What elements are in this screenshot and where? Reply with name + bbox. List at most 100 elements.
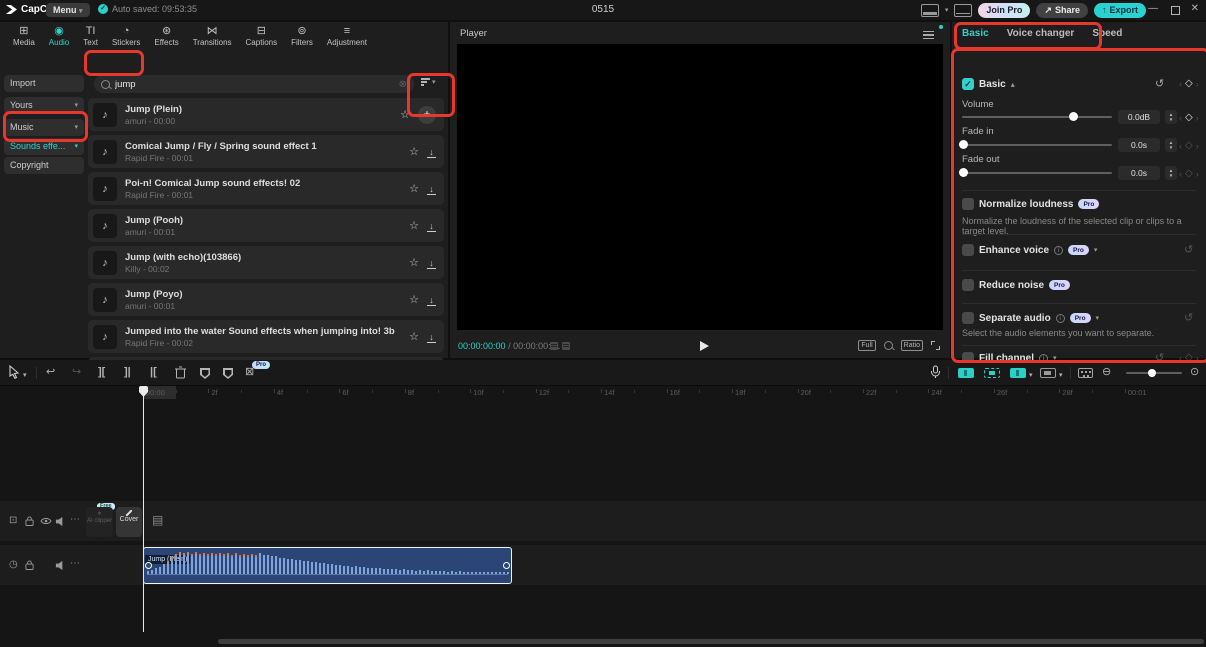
download-icon[interactable]: ↓	[427, 332, 436, 342]
audio-list-item[interactable]: ♪Jump (with echo)(103866)Killy - 00:02☆↓	[88, 246, 444, 279]
media-tab-adjustment[interactable]: ≡Adjustment	[320, 25, 374, 47]
cover-button[interactable]: Cover	[116, 507, 142, 537]
volume-keyframe-control[interactable]: ‹◇›	[1179, 112, 1199, 123]
fade-out-stepper[interactable]: ▲▼	[1165, 166, 1177, 180]
favorite-star-icon[interactable]: ☆	[409, 219, 419, 232]
media-tab-filters[interactable]: ⊚Filters	[284, 25, 320, 47]
download-icon[interactable]: ↓	[427, 221, 436, 231]
layout-toggle-icon[interactable]	[921, 4, 939, 17]
sidebar-item-import[interactable]: Import	[4, 75, 84, 92]
magnetic-snap-toggle[interactable]	[958, 368, 974, 378]
minimize-button[interactable]: —	[1148, 3, 1158, 14]
fade-in-slider-thumb[interactable]	[959, 140, 968, 149]
chevron-down-icon[interactable]: ▾	[23, 369, 27, 382]
favorite-star-icon[interactable]: ☆	[409, 330, 419, 343]
record-voiceover-icon[interactable]	[930, 365, 941, 379]
inspector-tab-basic[interactable]: Basic	[962, 28, 989, 39]
audio-list-item[interactable]: ♪Poi-n! Comical Jump sound effects! 02Ra…	[88, 172, 444, 205]
inspector-tab-voice-changer[interactable]: Voice changer	[1007, 28, 1075, 39]
basic-reset-icon[interactable]: ↺	[1155, 77, 1164, 90]
auto-snap-toggle[interactable]	[984, 368, 1000, 378]
zoom-fit-icon[interactable]: ⊙	[1190, 366, 1199, 379]
select-tool-icon[interactable]	[8, 365, 20, 379]
chevron-down-icon[interactable]: ▾	[1029, 369, 1033, 382]
track-options-icon[interactable]	[1040, 368, 1056, 378]
download-icon[interactable]: ↓	[427, 184, 436, 194]
fullscreen-icon[interactable]	[931, 341, 940, 350]
lock-icon[interactable]	[25, 515, 34, 527]
inspector-tab-speed[interactable]: Speed	[1092, 28, 1122, 39]
speaker-icon[interactable]	[55, 516, 66, 527]
grid-view-icon[interactable]	[550, 342, 558, 350]
split-icon[interactable]: ][	[98, 366, 105, 379]
media-tab-transitions[interactable]: ⋈Transitions	[186, 25, 239, 47]
fade-in-value[interactable]: 0.0s	[1118, 138, 1160, 152]
media-tab-audio[interactable]: ◉Audio	[42, 25, 76, 47]
media-tab-effects[interactable]: ⊛Effects	[147, 25, 185, 47]
compact-layout-icon[interactable]	[954, 4, 972, 17]
link-clips-toggle[interactable]	[1010, 368, 1026, 378]
fade-out-slider-thumb[interactable]	[959, 168, 968, 177]
enhance-voice-checkbox[interactable]	[962, 244, 974, 256]
horizontal-scrollbar[interactable]	[218, 639, 1204, 644]
export-button[interactable]: ↓Export	[1094, 3, 1146, 18]
join-pro-button[interactable]: Join Pro	[978, 3, 1030, 18]
full-quality-badge[interactable]: Full	[858, 340, 875, 351]
favorite-star-icon[interactable]: ☆	[409, 256, 419, 269]
volume-value[interactable]: 0.0dB	[1118, 110, 1160, 124]
maximize-button[interactable]	[1171, 6, 1180, 15]
more-options-icon[interactable]: ⋯	[70, 558, 80, 569]
audio-list-item[interactable]: ♪Jump (Pooh)amuri - 00:01☆↓	[88, 209, 444, 242]
enhance-voice-reset-icon[interactable]: ↺	[1184, 243, 1193, 256]
sidebar-item-yours[interactable]: Yours▾	[4, 97, 84, 114]
trim-left-icon[interactable]: ]|	[124, 366, 131, 379]
favorite-star-icon[interactable]: ☆	[409, 145, 419, 158]
clip-left-handle[interactable]	[145, 562, 152, 569]
sidebar-item-copyright[interactable]: Copyright	[4, 157, 84, 174]
volume-stepper[interactable]: ▲▼	[1165, 110, 1177, 124]
media-tab-captions[interactable]: ⊟Captions	[239, 25, 285, 47]
zoom-slider-thumb[interactable]	[1148, 369, 1156, 377]
download-icon[interactable]: ↓	[427, 258, 436, 268]
search-input[interactable]	[115, 79, 394, 90]
volume-slider-thumb[interactable]	[1069, 112, 1078, 121]
prev-keyframe-icon[interactable]: ‹	[1179, 79, 1182, 89]
audio-list-item[interactable]: ♪Jump (Plein)amuri - 00:00☆+	[88, 98, 444, 131]
keyframe-diamond-icon[interactable]: ◇	[1185, 78, 1193, 89]
download-icon[interactable]: ↓	[427, 295, 436, 305]
freeze-frame-icon[interactable]	[200, 368, 210, 379]
fade-in-keyframe-control[interactable]: ‹◇›	[1179, 140, 1199, 151]
sidebar-item-sounds-effe-[interactable]: Sounds effe...▾	[4, 138, 84, 155]
lock-icon[interactable]	[25, 559, 34, 571]
preview-zoom-icon[interactable]	[884, 341, 893, 350]
close-button[interactable]: ✕	[1191, 3, 1199, 14]
list-view-icon[interactable]	[562, 342, 570, 350]
audio-list-item[interactable]: ♪Comical Jump / Fly / Spring sound effec…	[88, 135, 444, 168]
playhead-line[interactable]	[143, 386, 144, 632]
eye-icon[interactable]	[40, 517, 52, 525]
more-options-icon[interactable]: ⋯	[70, 514, 80, 525]
play-button[interactable]	[700, 341, 709, 351]
timeline-ruler[interactable]: 00:002f4f6f8f10f12f14f16f18f20f22f24f26f…	[0, 386, 1206, 399]
audio-clip-jump-plein[interactable]: Jump (Plein)	[143, 547, 512, 584]
zoom-slider[interactable]	[1126, 372, 1182, 374]
collapse-icon[interactable]: ▴	[1011, 80, 1015, 89]
delete-icon[interactable]	[175, 366, 186, 379]
shortcut-keyboard-icon[interactable]	[1078, 368, 1093, 378]
favorite-star-icon[interactable]: ☆	[400, 108, 410, 121]
add-to-timeline-button[interactable]: +	[418, 106, 436, 124]
normalize-checkbox[interactable]	[962, 198, 974, 210]
chevron-down-icon[interactable]: ▾	[1094, 246, 1098, 254]
fade-in-stepper[interactable]: ▲▼	[1165, 138, 1177, 152]
fade-out-value[interactable]: 0.0s	[1118, 166, 1160, 180]
favorite-star-icon[interactable]: ☆	[409, 182, 419, 195]
undo-icon[interactable]: ↩	[46, 366, 55, 379]
chevron-down-icon[interactable]: ▾	[945, 6, 949, 14]
ratio-badge[interactable]: Ratio	[901, 340, 923, 351]
video-clip-icon[interactable]: ▤	[152, 513, 163, 527]
audio-list-item[interactable]: ♪Jumped into the water Sound effects whe…	[88, 320, 444, 353]
next-keyframe-icon[interactable]: ›	[1196, 79, 1199, 89]
favorite-star-icon[interactable]: ☆	[409, 293, 419, 306]
ai-clipper-button[interactable]: ∗ AI clipper	[86, 507, 113, 537]
volume-slider[interactable]	[962, 116, 1112, 118]
